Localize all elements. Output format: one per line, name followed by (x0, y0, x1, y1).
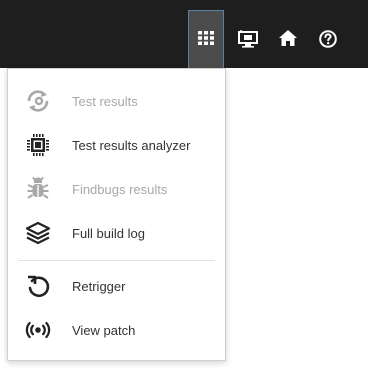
test-results-icon (25, 88, 51, 114)
home-button[interactable] (270, 12, 306, 68)
apps-menu-button[interactable] (188, 10, 224, 68)
help-icon (319, 30, 337, 48)
broadcast-icon (25, 317, 51, 343)
menu-item-retrigger[interactable]: Retrigger (8, 264, 225, 308)
bug-icon (25, 176, 51, 202)
menu-divider (18, 260, 215, 261)
menu-item-test-results: Test results (8, 79, 225, 123)
menu-item-test-results-analyzer[interactable]: Test results analyzer (8, 123, 225, 167)
menu-item-full-build-log[interactable]: Full build log (8, 211, 225, 255)
chip-icon (25, 132, 51, 158)
menu-item-label: Full build log (72, 225, 145, 241)
home-icon (279, 30, 297, 46)
menu-item-findbugs-results: Findbugs results (8, 167, 225, 211)
apps-grid-icon (198, 31, 214, 45)
help-button[interactable] (310, 12, 346, 68)
monitor-icon (238, 30, 258, 48)
menu-item-label: Test results (72, 93, 138, 109)
menu-item-view-patch[interactable]: View patch (8, 308, 225, 352)
menu-item-label: Findbugs results (72, 181, 168, 197)
retrigger-icon (25, 273, 51, 299)
monitor-button[interactable] (230, 12, 266, 68)
layers-icon (25, 220, 51, 246)
apps-dropdown-menu: Test results Test results analyzer Findb… (7, 68, 226, 361)
menu-item-label: View patch (72, 322, 136, 338)
menu-item-label: Retrigger (72, 278, 126, 294)
menu-item-label: Test results analyzer (72, 137, 191, 153)
top-toolbar (0, 0, 368, 68)
